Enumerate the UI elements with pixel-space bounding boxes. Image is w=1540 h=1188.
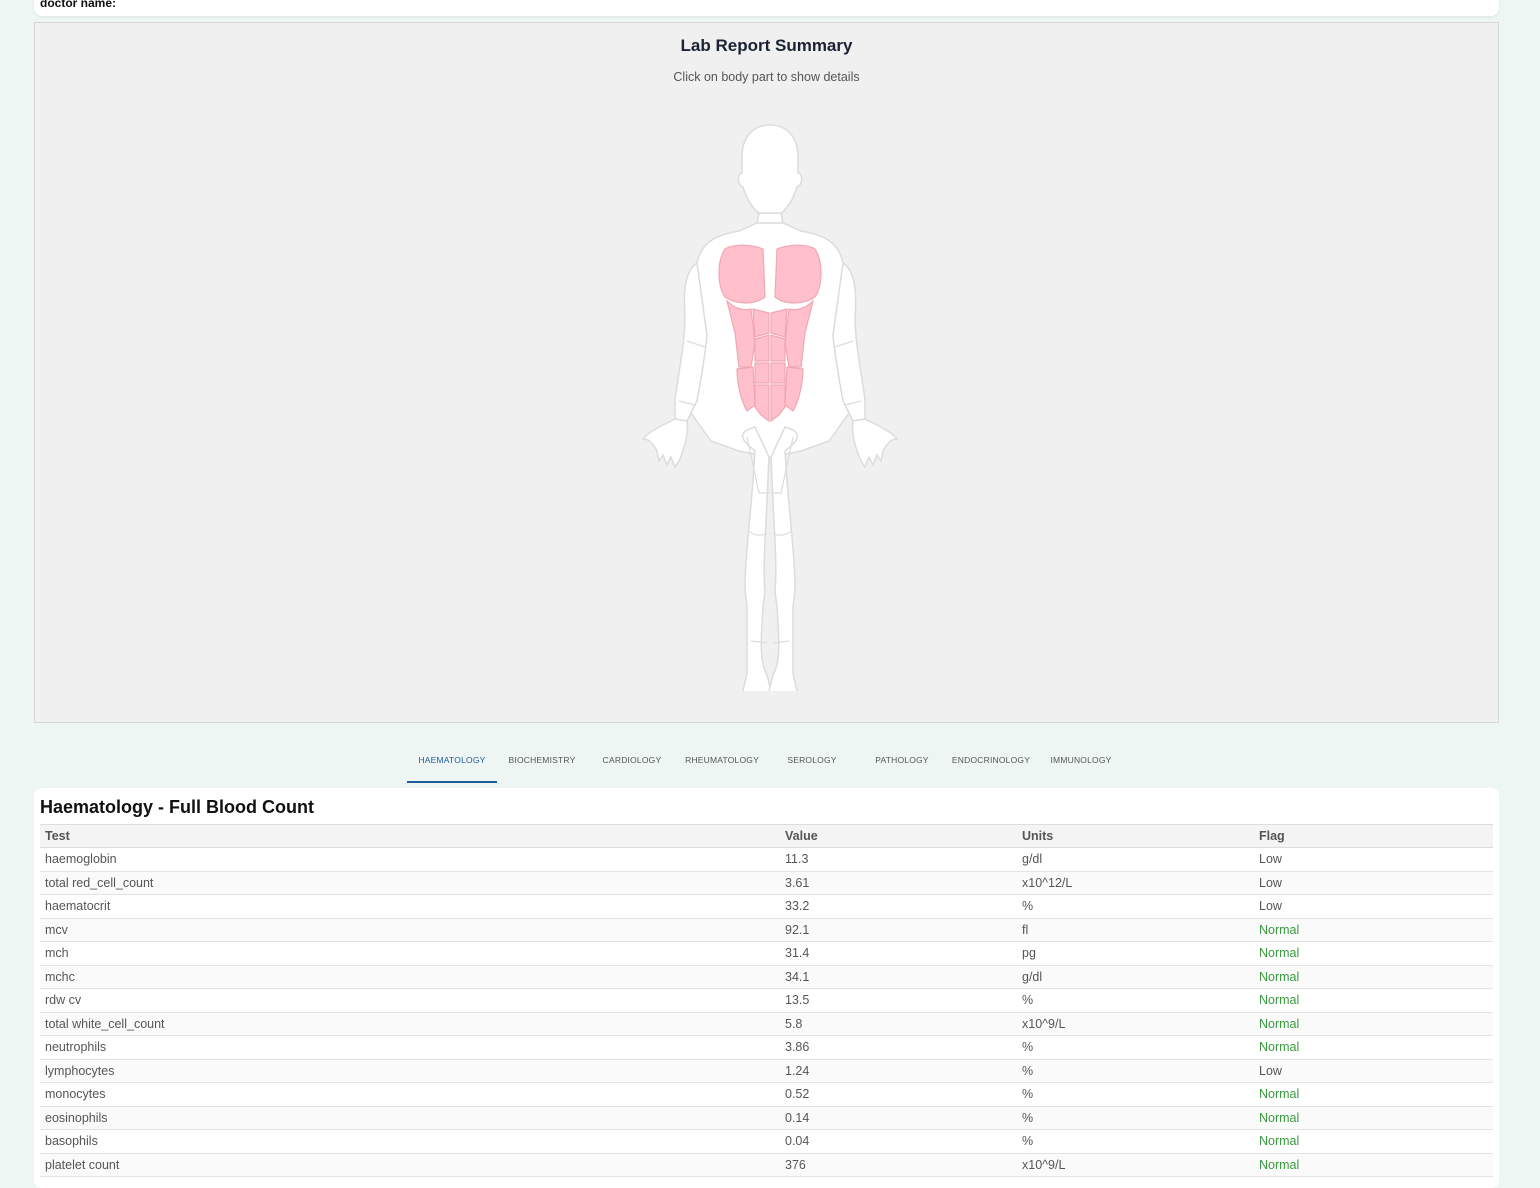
table-row: total white_cell_count 5.8 x10^9/L Normal — [40, 1012, 1493, 1036]
body-map[interactable] — [635, 121, 905, 691]
cell-value: 31.4 — [780, 941, 1017, 966]
table-row: neutrophils 3.86% Normal — [40, 1035, 1493, 1060]
cell-flag: Normal — [1254, 941, 1493, 966]
department-tabs: HAEMATOLOGY BIOCHEMISTRY CARDIOLOGY RHEU… — [407, 740, 1127, 783]
cell-flag: Normal — [1254, 1035, 1493, 1060]
cell-units: % — [1017, 1106, 1254, 1130]
cell-flag: Normal — [1254, 1012, 1493, 1036]
cell-value: 5.8 — [780, 1012, 1017, 1036]
body-part-torso[interactable] — [690, 222, 850, 458]
table-row: total red_cell_count 3.61 x10^12/L Low — [40, 871, 1493, 895]
table-row: mchc 34.1 g/dl Normal — [40, 965, 1493, 989]
cell-flag: Normal — [1254, 1129, 1493, 1154]
cell-test: basophils — [40, 1129, 780, 1154]
cell-flag: Normal — [1254, 965, 1493, 989]
cell-units: % — [1017, 1129, 1254, 1154]
cell-value: 34.1 — [780, 965, 1017, 989]
cell-test: haematocrit — [40, 894, 780, 919]
cell-test: total red_cell_count — [40, 871, 780, 895]
cell-value: 0.04 — [780, 1129, 1017, 1154]
cell-flag: Normal — [1254, 918, 1493, 942]
tab-immunology[interactable]: IMMUNOLOGY — [1036, 740, 1126, 783]
lab-report-summary-panel: Lab Report Summary Click on body part to… — [34, 22, 1499, 723]
body-part-left-hand[interactable] — [641, 418, 689, 469]
cell-units: g/dl — [1017, 847, 1254, 872]
table-row: mch 31.4 pg Normal — [40, 941, 1493, 966]
cell-flag: Low — [1254, 871, 1493, 895]
cell-value: 3.86 — [780, 1035, 1017, 1060]
cell-flag: Low — [1254, 847, 1493, 872]
cell-test: mchc — [40, 965, 780, 989]
doctor-name-label: doctor name: — [40, 0, 117, 10]
summary-title: Lab Report Summary — [680, 36, 853, 55]
table-row: monocytes 0.52% Normal — [40, 1082, 1493, 1107]
column-header-value: Value — [780, 824, 1017, 848]
cell-units: x10^9/L — [1017, 1012, 1254, 1036]
tab-serology[interactable]: SEROLOGY — [767, 740, 857, 783]
table-row: platelet count 376 x10^9/L Normal — [40, 1153, 1493, 1177]
tab-rheumatology[interactable]: RHEUMATOLOGY — [677, 740, 767, 783]
doctor-info-card: doctor name: — [34, 0, 1499, 16]
table-row: haematocrit 33.2% Low — [40, 894, 1493, 919]
cell-units: x10^12/L — [1017, 871, 1254, 895]
cell-flag: Normal — [1254, 1106, 1493, 1130]
cell-value: 11.3 — [780, 847, 1017, 872]
cell-test: monocytes — [40, 1082, 780, 1107]
cell-units: % — [1017, 1059, 1254, 1083]
results-table: Test Value Units Flag haemoglobin 11.3 g/d… — [40, 824, 1493, 1177]
cell-units: % — [1017, 988, 1254, 1013]
cell-test: platelet count — [40, 1153, 780, 1177]
cell-test: mcv — [40, 918, 780, 942]
table-row: mcv 92.1 fl Normal — [40, 918, 1493, 942]
cell-units: % — [1017, 1035, 1254, 1060]
cell-value: 376 — [780, 1153, 1017, 1177]
cell-test: eosinophils — [40, 1106, 780, 1130]
cell-value: 1.24 — [780, 1059, 1017, 1083]
tab-cardiology[interactable]: CARDIOLOGY — [587, 740, 677, 783]
body-part-left-leg[interactable] — [741, 426, 775, 691]
cell-test: mch — [40, 941, 780, 966]
cell-flag: Low — [1254, 894, 1493, 919]
cell-value: 3.61 — [780, 871, 1017, 895]
cell-flag: Low — [1254, 1059, 1493, 1083]
cell-flag: Normal — [1254, 1082, 1493, 1107]
cell-value: 13.5 — [780, 988, 1017, 1013]
cell-units: % — [1017, 1082, 1254, 1107]
cell-units: % — [1017, 894, 1254, 919]
cell-value: 0.52 — [780, 1082, 1017, 1107]
results-title: Haematology - Full Blood Count — [40, 797, 314, 817]
summary-subtitle: Click on body part to show details — [673, 70, 860, 84]
cell-value: 33.2 — [780, 894, 1017, 919]
results-card: Haematology - Full Blood Count Test Valu… — [34, 788, 1499, 1188]
body-part-right-hand[interactable] — [851, 418, 899, 469]
table-row: haemoglobin 11.3 g/dl Low — [40, 847, 1493, 872]
table-header-row: Test Value Units Flag — [40, 824, 1493, 848]
tab-pathology[interactable]: PATHOLOGY — [857, 740, 947, 783]
tab-haematology[interactable]: HAEMATOLOGY — [407, 740, 497, 783]
cell-test: rdw cv — [40, 988, 780, 1013]
table-row: basophils 0.04% Normal — [40, 1129, 1493, 1154]
column-header-flag: Flag — [1254, 824, 1493, 848]
column-header-units: Units — [1017, 824, 1254, 848]
cell-units: x10^9/L — [1017, 1153, 1254, 1177]
tab-endocrinology[interactable]: ENDOCRINOLOGY — [946, 740, 1036, 783]
cell-flag: Normal — [1254, 988, 1493, 1013]
cell-units: pg — [1017, 941, 1254, 966]
cell-test: lymphocytes — [40, 1059, 780, 1083]
column-header-test: Test — [40, 824, 780, 848]
cell-value: 0.14 — [780, 1106, 1017, 1130]
cell-test: neutrophils — [40, 1035, 780, 1060]
table-row: lymphocytes 1.24% Low — [40, 1059, 1493, 1083]
table-row: eosinophils 0.14% Normal — [40, 1106, 1493, 1130]
cell-test: total white_cell_count — [40, 1012, 780, 1036]
tab-biochemistry[interactable]: BIOCHEMISTRY — [497, 740, 587, 783]
cell-flag: Normal — [1254, 1153, 1493, 1177]
body-part-head[interactable] — [737, 124, 803, 222]
cell-test: haemoglobin — [40, 847, 780, 872]
cell-units: g/dl — [1017, 965, 1254, 989]
cell-units: fl — [1017, 918, 1254, 942]
cell-value: 92.1 — [780, 918, 1017, 942]
table-row: rdw cv 13.5% Normal — [40, 988, 1493, 1013]
body-part-right-leg[interactable] — [765, 426, 799, 691]
